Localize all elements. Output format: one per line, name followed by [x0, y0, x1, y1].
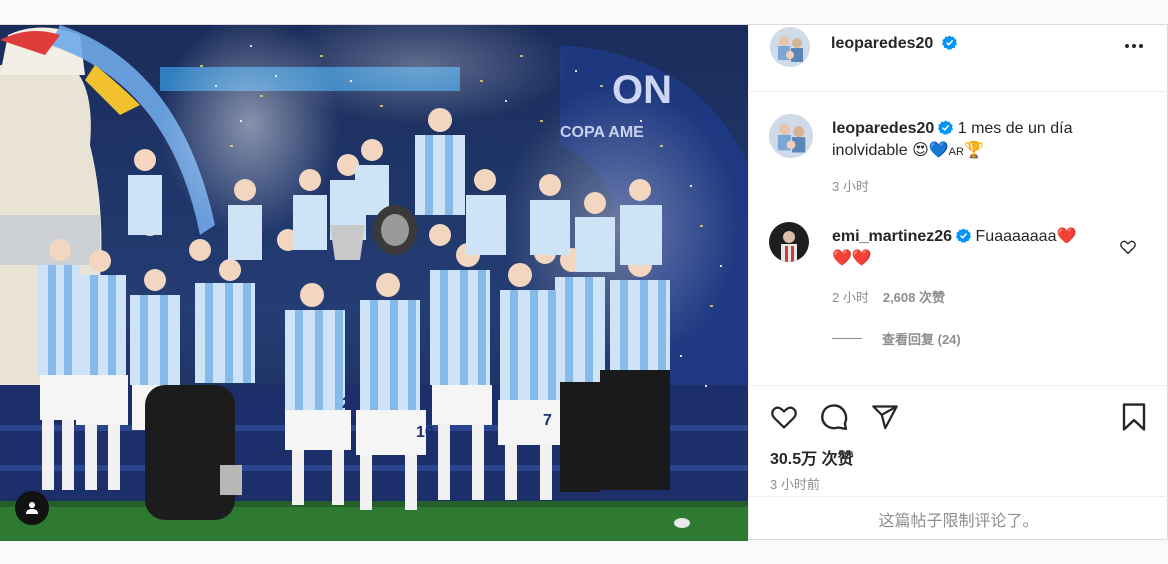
more-options-icon[interactable] [1122, 34, 1146, 58]
author-username-text[interactable]: leoparedes20 [831, 35, 933, 52]
comment-meta: 2 小时 2,608 次赞 [832, 287, 945, 306]
person-icon [26, 502, 38, 514]
comment-likes[interactable]: 2,608 次赞 [883, 290, 945, 305]
heart-icon[interactable] [768, 401, 800, 433]
comment-bubble-svg [821, 404, 848, 431]
comment-emoji-line2: ❤️❤️ [832, 250, 872, 267]
replies-divider [832, 338, 862, 339]
verified-badge-icon [956, 228, 972, 243]
caption-username[interactable]: leoparedes20 [832, 120, 934, 137]
comments-list: leoparedes20 1 mes de un día inolvidable… [749, 92, 1168, 385]
commenter-username[interactable]: emi_martinez26 [832, 228, 952, 245]
comment-text: emi_martinez26 Fuaaaaaaa❤️ ❤️❤️ [832, 226, 1122, 270]
comment-like-heart-icon[interactable] [1119, 238, 1137, 256]
post-header: leoparedes20 [749, 25, 1168, 92]
author-avatar[interactable] [770, 27, 810, 67]
tagged-users-button[interactable] [15, 491, 49, 525]
post-sidebar: leoparedes20 leoparedes20 1 mes de un dí… [748, 25, 1168, 541]
verified-badge-icon [941, 35, 957, 50]
paper-plane-icon[interactable] [869, 401, 901, 433]
caption-time-text[interactable]: 3 小时 [832, 179, 869, 194]
comments-limited-notice: 这篇帖子限制评论了。 [749, 496, 1168, 541]
view-replies-button[interactable]: 查看回复 (24) [832, 329, 961, 348]
trophy-emoji: 🏆 [963, 142, 984, 159]
avatar-image [769, 114, 813, 158]
caption-text: leoparedes20 1 mes de un día inolvidable… [832, 118, 1122, 163]
jersey-number-29: 29 [342, 395, 360, 412]
like-heart-svg [771, 406, 797, 429]
caption-avatar[interactable] [769, 114, 813, 158]
view-replies-label[interactable]: 查看回复 (24) [882, 329, 961, 348]
jersey-number-7: 7 [543, 412, 552, 429]
avatar-image [769, 222, 809, 262]
verified-badge-icon [938, 120, 954, 135]
comment-emoji: ❤️ [1056, 228, 1077, 245]
caption-time: 3 小时 [832, 176, 869, 195]
flag-emoji: AR [948, 146, 964, 158]
posted-time[interactable]: 3 小时前 [770, 474, 820, 493]
comment-icon[interactable] [818, 401, 850, 433]
post-actions: 30.5万 次赞 3 小时前 [749, 385, 1168, 496]
bookmark-icon[interactable] [1118, 401, 1150, 433]
celebration-photo: ON COPA AME 29 10 7 [0, 25, 748, 541]
avatar-image [770, 27, 810, 67]
save-bookmark-svg [1122, 403, 1146, 431]
comment-time[interactable]: 2 小时 [832, 290, 869, 305]
commenter-avatar[interactable] [769, 222, 809, 262]
comment-message: Fuaaaaaaa [975, 228, 1057, 245]
caption-emoji: 😍💙 [912, 142, 949, 159]
jersey-number-10: 10 [416, 424, 434, 441]
post-container: ON COPA AME 29 10 7 leoparedes20 leopare… [0, 24, 1168, 541]
author-username[interactable]: leoparedes20 [831, 35, 957, 53]
share-plane-svg [872, 405, 898, 430]
post-photo[interactable]: ON COPA AME 29 10 7 [0, 25, 748, 541]
likes-count[interactable]: 30.5万 次赞 [770, 445, 854, 469]
